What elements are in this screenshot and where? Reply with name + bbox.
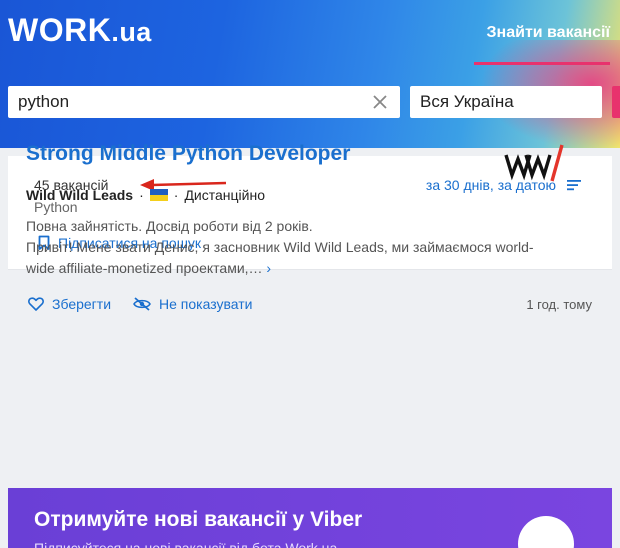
hide-label: Не показувати xyxy=(159,296,253,312)
desc-line-2: Привіт! Мене звати Денис, я засновник Wi… xyxy=(26,239,534,255)
work-mode: Дистанційно xyxy=(184,187,265,203)
company-row: Wild Wild Leads · · Дистанційно xyxy=(26,187,265,203)
posted-time: 1 год. тому xyxy=(526,297,592,312)
site-header: WORK.ua Знайти вакансії Вся Україна xyxy=(0,0,620,148)
search-button[interactable] xyxy=(612,86,620,118)
job-actions: Зберегти Не показувати xyxy=(28,296,274,312)
region-field[interactable]: Вся Україна xyxy=(410,86,602,118)
desc-line-3: wide affiliate-monetized проектами,… xyxy=(26,260,263,276)
heart-icon xyxy=(28,297,44,311)
nav-active-underline xyxy=(474,62,610,65)
region-value: Вся Україна xyxy=(420,92,514,111)
company-logo[interactable] xyxy=(504,143,564,183)
job-title-link[interactable]: Strong Middle Python Developer xyxy=(26,142,350,166)
hide-button[interactable]: Не показувати xyxy=(133,296,252,312)
site-logo[interactable]: WORK.ua xyxy=(8,12,152,49)
desc-line-1: Повна зайнятість. Досвід роботи від 2 ро… xyxy=(26,218,313,234)
save-button[interactable]: Зберегти xyxy=(28,296,111,312)
viber-banner[interactable]: Отримуйте нові вакансії у Viber Підписуй… xyxy=(8,488,612,548)
logo-suffix: .ua xyxy=(111,17,152,47)
save-label: Зберегти xyxy=(52,296,112,312)
search-box[interactable] xyxy=(8,86,400,118)
separator: · xyxy=(139,187,144,203)
separator-2: · xyxy=(173,187,179,203)
sort-icon[interactable] xyxy=(566,178,582,192)
find-jobs-link[interactable]: Знайти вакансії xyxy=(487,24,610,42)
logo-main: WORK xyxy=(8,12,112,48)
ukraine-flag-icon xyxy=(149,189,168,201)
company-name[interactable]: Wild Wild Leads xyxy=(26,187,133,203)
viber-icon xyxy=(518,516,574,548)
eye-slash-icon xyxy=(133,297,151,311)
search-input[interactable] xyxy=(8,87,358,117)
job-description: Повна зайнятість. Досвід роботи від 2 ро… xyxy=(26,216,576,279)
close-icon[interactable] xyxy=(372,94,388,110)
expand-description-icon[interactable]: › xyxy=(266,260,271,276)
viber-title: Отримуйте нові вакансії у Viber xyxy=(34,508,363,531)
viber-subtitle: Підписуйтеся на нові вакансії від бота W… xyxy=(34,540,338,548)
